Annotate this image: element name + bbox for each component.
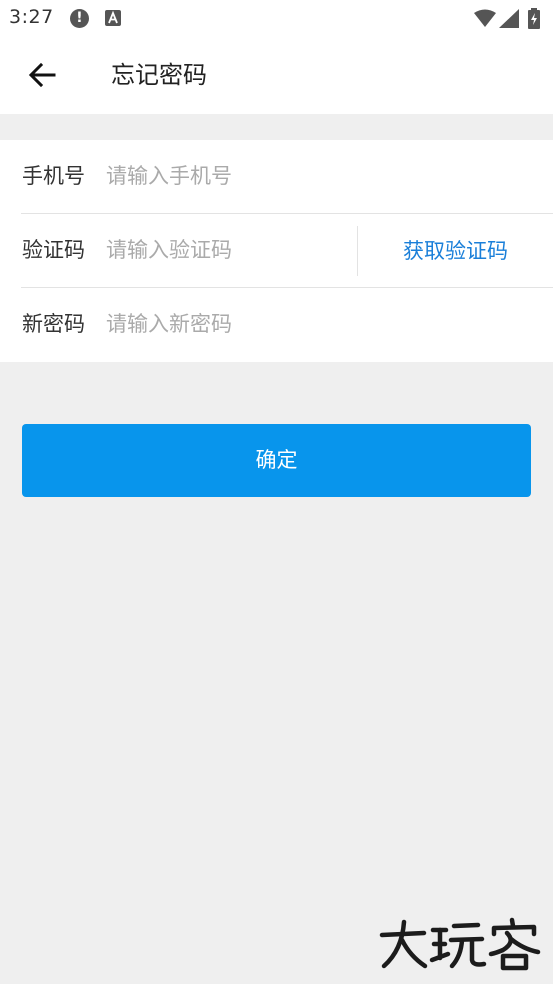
page-title: 忘记密码 bbox=[111, 61, 207, 89]
battery-charging-icon bbox=[528, 8, 540, 33]
confirm-button[interactable]: 确定 bbox=[22, 424, 531, 497]
watermark-logo bbox=[378, 916, 544, 972]
status-bar: 3:27 ! bbox=[0, 0, 553, 38]
form-card: 手机号 验证码 获取验证码 新密码 bbox=[0, 140, 553, 362]
phone-row: 手机号 bbox=[0, 140, 553, 214]
phone-label: 手机号 bbox=[22, 164, 85, 188]
new-password-input[interactable] bbox=[106, 308, 526, 340]
signal-icon bbox=[499, 9, 519, 32]
alert-icon: ! bbox=[70, 9, 89, 28]
status-time: 3:27 bbox=[9, 6, 54, 28]
wifi-icon bbox=[474, 9, 496, 31]
get-code-button[interactable]: 获取验证码 bbox=[358, 214, 553, 288]
phone-input[interactable] bbox=[106, 160, 526, 192]
toolbar: 忘记密码 bbox=[0, 38, 553, 114]
back-button[interactable] bbox=[22, 54, 64, 96]
code-label: 验证码 bbox=[22, 238, 85, 262]
code-input[interactable] bbox=[106, 234, 346, 266]
arrow-left-icon bbox=[28, 62, 56, 88]
new-password-row: 新密码 bbox=[0, 288, 553, 362]
a-icon bbox=[105, 10, 121, 26]
code-row: 验证码 获取验证码 bbox=[0, 214, 553, 288]
new-password-label: 新密码 bbox=[22, 312, 85, 336]
